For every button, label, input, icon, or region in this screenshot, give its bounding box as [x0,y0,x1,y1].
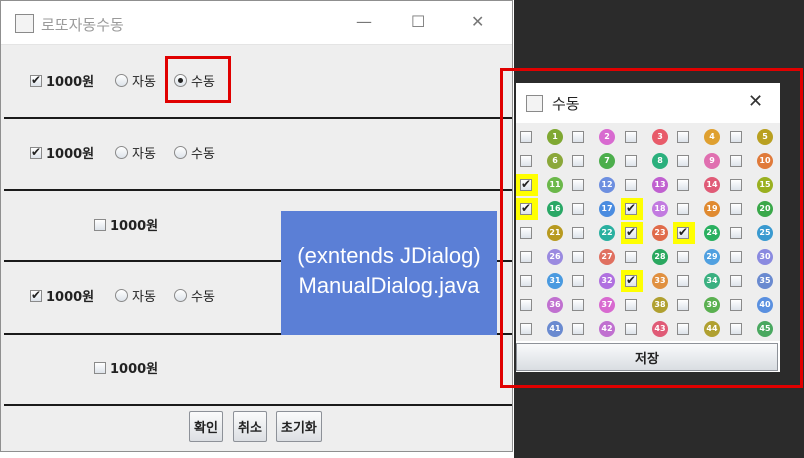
row5-buy-checkbox[interactable]: 1000원 [94,358,158,377]
checkbox-box [94,218,106,231]
price-label: 1000원 [46,290,95,305]
row3-buy-checkbox[interactable]: 1000원 [94,215,158,234]
checkbox-box [94,361,106,374]
row1-buy-checkbox[interactable]: 1000원 [30,71,94,90]
minimize-icon[interactable]: — [356,12,372,32]
auto-label: 자동 [132,290,156,305]
price-label: 1000원 [110,219,159,234]
checkbox-box [30,288,42,302]
reset-button[interactable]: 초기화 [276,411,322,442]
checkbox-box [30,73,42,87]
window-title: 로또자동수동 [41,16,124,34]
row-divider [4,404,512,406]
manual-label: 수동 [191,290,215,305]
price-label: 1000원 [46,147,95,162]
radio-circle [174,146,187,159]
auto-label: 자동 [132,147,156,162]
maximize-icon[interactable]: ☐ [411,12,425,32]
radio-circle [115,146,128,159]
price-label: 1000원 [110,362,159,377]
checkbox-box [30,145,42,159]
annotation-line-1: (exntends JDialog) [297,243,481,268]
radio-circle [115,74,128,87]
manual-label: 수동 [191,147,215,162]
confirm-button[interactable]: 확인 [189,411,223,442]
row4-auto-radio[interactable]: 자동 [115,286,156,305]
row4-manual-radio[interactable]: 수동 [174,286,215,305]
row2-auto-radio[interactable]: 자동 [115,143,156,162]
price-label: 1000원 [46,75,95,90]
radio-circle [115,289,128,302]
highlight-box-manual [165,56,231,103]
annotation-note: (exntends JDialog) ManualDialog.java [281,211,497,335]
lotto-row-5 [4,335,512,404]
row1-auto-radio[interactable]: 자동 [115,71,156,90]
highlight-box-dialog [500,68,803,388]
title-bar: 로또자동수동 — ☐ ✕ [1,1,512,45]
row2-manual-radio[interactable]: 수동 [174,143,215,162]
annotation-line-2: ManualDialog.java [298,273,480,298]
cancel-button[interactable]: 취소 [233,411,267,442]
auto-label: 자동 [132,75,156,90]
radio-circle [174,289,187,302]
close-icon[interactable]: ✕ [471,12,484,32]
row4-buy-checkbox[interactable]: 1000원 [30,286,94,305]
row2-buy-checkbox[interactable]: 1000원 [30,143,94,162]
java-app-icon [15,14,34,33]
